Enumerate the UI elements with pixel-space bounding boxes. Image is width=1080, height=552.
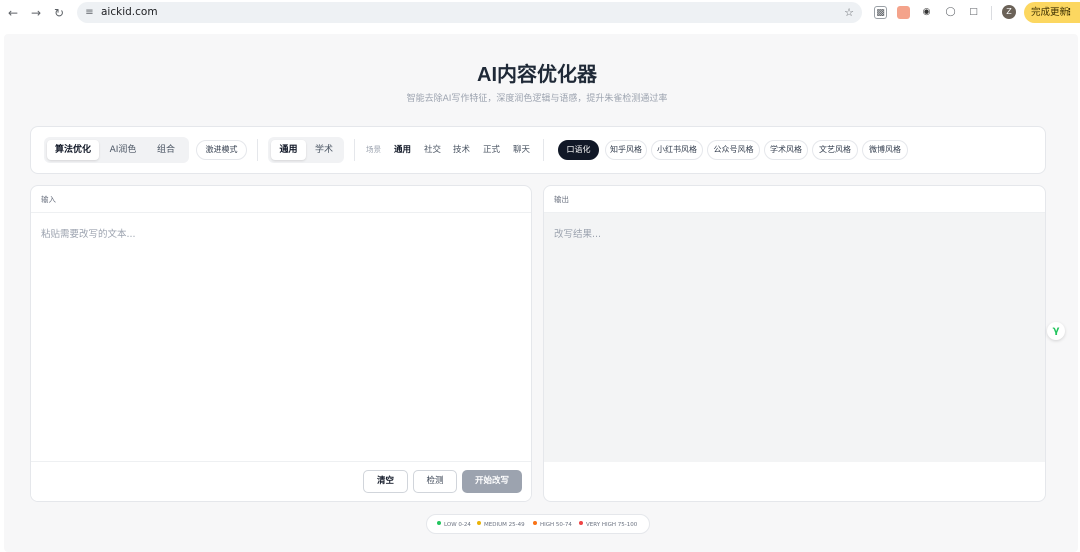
- output-placeholder: 改写结果...: [554, 229, 602, 240]
- style-pill-weibo[interactable]: 微博风格: [862, 140, 908, 160]
- profile-avatar[interactable]: Z: [1002, 5, 1016, 19]
- forward-arrow-icon[interactable]: →: [27, 4, 45, 22]
- input-panel-footer: 清空 检测 开始改写: [31, 461, 531, 501]
- output-area[interactable]: [544, 213, 1045, 462]
- toolbar-divider: [354, 139, 355, 161]
- scene-option-social[interactable]: 社交: [424, 143, 441, 157]
- style-pill-colloquial[interactable]: 口语化: [558, 140, 599, 160]
- clear-button[interactable]: 清空: [363, 470, 408, 493]
- reload-icon[interactable]: ↻: [50, 4, 68, 22]
- scene-option-formal[interactable]: 正式: [483, 143, 500, 157]
- output-panel-header: 输出: [544, 186, 1045, 213]
- score-legend: LOW 0-24 MEDIUM 25-49 HIGH 50-74 VERY HI…: [426, 514, 650, 534]
- input-panel-label: 输入: [41, 195, 56, 204]
- mode-segmented-control: 算法优化 AI润色 组合: [44, 137, 189, 163]
- input-panel-header: 输入: [31, 186, 531, 213]
- site-settings-icon[interactable]: ≡: [83, 6, 96, 19]
- scene-option-tech[interactable]: 技术: [453, 143, 470, 157]
- domain-segmented-control: 通用 学术: [268, 137, 344, 163]
- url-text[interactable]: aickid.com: [101, 5, 158, 20]
- page-subtitle: 智能去除AI写作特征，深度润色逻辑与语感，提升朱雀检测通过率: [406, 94, 668, 104]
- style-pill-academic[interactable]: 学术风格: [764, 140, 808, 160]
- domain-tab-general[interactable]: 通用: [271, 140, 306, 160]
- legend-dot-icon: [579, 521, 583, 525]
- legend-dot-icon: [477, 521, 481, 525]
- mode-tab-combo[interactable]: 组合: [147, 140, 185, 160]
- output-panel: 输出 改写结果...: [543, 185, 1046, 502]
- back-arrow-icon[interactable]: ←: [4, 4, 22, 22]
- domain-tab-academic[interactable]: 学术: [307, 140, 341, 160]
- link-extension-icon[interactable]: ◯: [944, 6, 957, 19]
- mode-tab-algorithm[interactable]: 算法优化: [47, 140, 99, 160]
- qr-extension-icon[interactable]: ▩: [874, 6, 887, 19]
- browser-toolbar: ← → ↻ ≡ aickid.com ☆ ▩ ◉ ◯ □ Z 完成更新 ⋮: [0, 0, 1080, 26]
- assistant-floating-icon[interactable]: γ: [1047, 322, 1065, 340]
- style-pill-xiaohongshu[interactable]: 小红书风格: [651, 140, 703, 160]
- output-panel-label: 输出: [554, 195, 569, 204]
- style-pill-literary[interactable]: 文艺风格: [812, 140, 858, 160]
- legend-dot-icon: [437, 521, 441, 525]
- style-pill-zhihu[interactable]: 知乎风格: [605, 140, 647, 160]
- bookmark-star-icon[interactable]: ☆: [844, 5, 854, 20]
- mode-tab-ai-polish[interactable]: AI润色: [101, 140, 145, 160]
- toolbar-divider: [257, 139, 258, 161]
- update-button-label: 完成更新: [1031, 7, 1070, 18]
- menu-dots-icon: ⋮: [1064, 7, 1075, 18]
- scene-option-general[interactable]: 通用: [394, 143, 411, 157]
- toolbar-divider: [991, 6, 992, 20]
- scene-label: 场景: [366, 145, 381, 154]
- legend-dot-icon: [533, 521, 537, 525]
- address-bar[interactable]: ≡ aickid.com ☆: [77, 2, 862, 23]
- panda-extension-icon[interactable]: ◉: [920, 6, 933, 19]
- page-title: AI内容优化器: [477, 64, 597, 86]
- input-textarea[interactable]: 粘贴需要改写的文本...: [41, 228, 136, 242]
- update-button[interactable]: 完成更新 ⋮: [1024, 2, 1080, 23]
- start-rewrite-button[interactable]: 开始改写: [462, 470, 522, 493]
- style-pill-wechat[interactable]: 公众号风格: [707, 140, 760, 160]
- legend-item-medium: MEDIUM 25-49: [477, 521, 525, 529]
- extension-icon-orange[interactable]: [897, 6, 910, 19]
- extensions-puzzle-icon[interactable]: □: [967, 6, 980, 19]
- legend-item-low: LOW 0-24: [437, 521, 471, 529]
- aggressive-mode-button[interactable]: 激进模式: [196, 140, 247, 160]
- options-toolbar: 算法优化 AI润色 组合 激进模式 通用 学术 场景 通用 社交 技术 正式 聊…: [30, 126, 1046, 174]
- input-panel: 输入 粘贴需要改写的文本... 清空 检测 开始改写: [30, 185, 532, 502]
- legend-item-high: HIGH 50-74: [533, 521, 572, 529]
- toolbar-divider: [543, 139, 544, 161]
- detect-button[interactable]: 检测: [413, 470, 457, 493]
- legend-item-very-high: VERY HIGH 75-100: [579, 521, 637, 529]
- scene-option-chat[interactable]: 聊天: [513, 143, 530, 157]
